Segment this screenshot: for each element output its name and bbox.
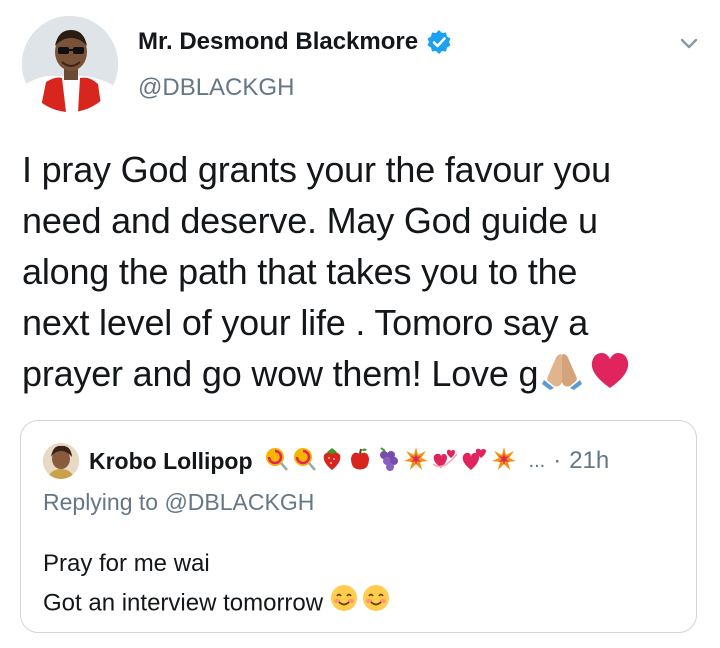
revolving-hearts-icon <box>431 446 459 477</box>
red-heart-emoji-icon <box>588 350 632 403</box>
collision-icon <box>403 446 429 477</box>
author-handle[interactable]: @DBLACKGH <box>138 74 294 102</box>
replying-to-label[interactable]: Replying to @DBLACKGH <box>43 489 314 516</box>
quoted-author-name[interactable]: Krobo Lollipop <box>89 448 253 475</box>
quoted-timestamp[interactable]: 21h <box>569 447 609 475</box>
tweet-text: I pray God grants your the favour you ne… <box>22 144 702 403</box>
quoted-name-emojis <box>263 446 517 477</box>
tweet-text-line: need and deserve. May God guide u <box>22 200 598 241</box>
quoted-text-line: Pray for me wai <box>43 550 210 577</box>
quoted-text-line: Got an interview tomorrow <box>43 589 324 617</box>
smiling-face-emoji-icon <box>329 583 359 625</box>
apple-icon <box>347 446 373 477</box>
quoted-tweet-card[interactable]: Krobo Lollipop ... · 21h Replying to @DB… <box>20 420 697 633</box>
lollipop-icon <box>263 446 289 477</box>
lollipop-icon <box>291 446 317 477</box>
author-avatar[interactable] <box>22 16 118 112</box>
tweet-text-line: along the path that takes you to the <box>22 251 578 292</box>
two-hearts-icon <box>461 446 489 477</box>
tweet-text-line: next level of your life . Tomoro say a <box>22 302 589 343</box>
grapes-icon <box>375 446 401 477</box>
smiling-face-emoji-icon <box>361 583 391 625</box>
collision-icon <box>491 446 517 477</box>
quoted-author-avatar[interactable] <box>43 443 79 479</box>
chevron-down-icon[interactable] <box>676 30 702 56</box>
quoted-tweet-text: Pray for me wai Got an interview tomorro… <box>43 545 391 625</box>
verified-badge-icon <box>426 29 452 55</box>
separator-dot: · <box>553 447 562 474</box>
strawberry-icon <box>319 446 345 477</box>
name-truncation-ellipsis: ... <box>528 449 546 472</box>
tweet-text-line-last: prayer and go wow them! Love g <box>22 348 702 403</box>
folded-hands-emoji-icon <box>540 350 584 403</box>
tweet-text-line: prayer and go wow them! Love g <box>22 353 539 394</box>
quoted-text-line-last: Got an interview tomorrow <box>43 583 391 625</box>
tweet-text-line: I pray God grants your the favour you <box>22 149 611 190</box>
quoted-tweet-header: Krobo Lollipop ... · 21h <box>43 443 609 479</box>
author-name[interactable]: Mr. Desmond Blackmore <box>138 28 418 56</box>
